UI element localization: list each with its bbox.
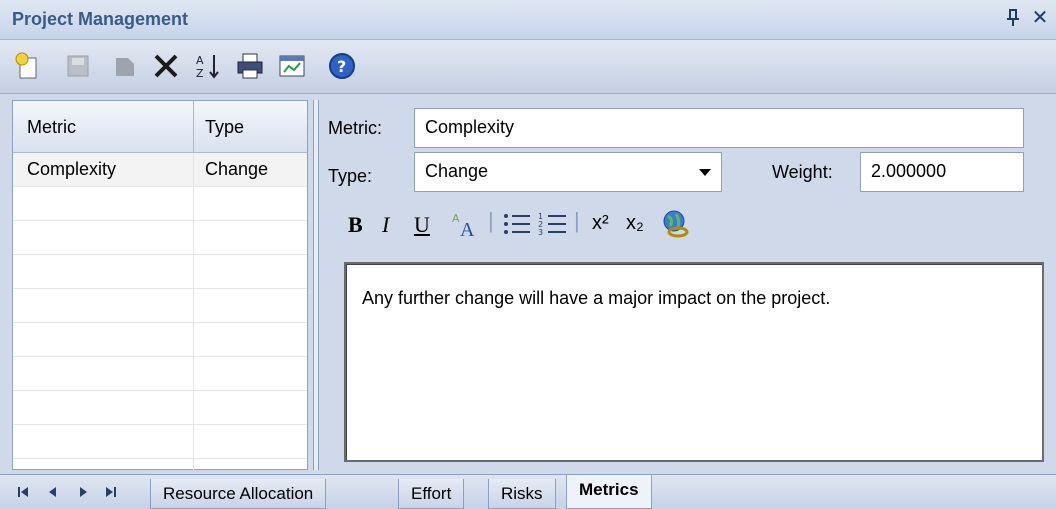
notes-editor[interactable]: Any further change will have a major imp… bbox=[344, 262, 1044, 462]
table-row-empty[interactable] bbox=[13, 187, 307, 221]
format-toolbar: B I U AA | 123 | x² x₂ bbox=[320, 206, 1056, 246]
svg-text:A: A bbox=[196, 54, 204, 67]
table-row-empty[interactable] bbox=[13, 357, 307, 391]
column-separator bbox=[193, 101, 194, 153]
new-icon[interactable] bbox=[12, 50, 44, 82]
table-row-empty[interactable] bbox=[13, 425, 307, 459]
copy-icon[interactable] bbox=[108, 50, 140, 82]
delete-icon[interactable] bbox=[150, 50, 182, 82]
table-row-empty[interactable] bbox=[13, 289, 307, 323]
cell-metric: Complexity bbox=[27, 159, 117, 179]
sort-icon[interactable]: AZ bbox=[192, 50, 224, 82]
column-header-metric[interactable]: Metric bbox=[27, 117, 76, 138]
svg-text:Z: Z bbox=[196, 67, 204, 80]
tab-bar: Resource Allocation Effort Risks Metrics bbox=[0, 474, 1056, 509]
svg-text:A: A bbox=[452, 212, 460, 225]
tab-risks[interactable]: Risks bbox=[488, 479, 556, 509]
metric-field[interactable]: Complexity bbox=[414, 108, 1024, 148]
metrics-grid[interactable]: Metric Type Complexity Change bbox=[12, 100, 308, 471]
type-select[interactable]: Change bbox=[414, 152, 722, 192]
help-icon[interactable]: ? bbox=[326, 50, 358, 82]
svg-text:A: A bbox=[460, 219, 475, 240]
subscript-button[interactable]: x₂ bbox=[626, 212, 644, 235]
table-row-empty[interactable] bbox=[13, 255, 307, 289]
bullet-list-icon[interactable] bbox=[502, 210, 532, 244]
toolbar: AZ ? bbox=[0, 40, 1056, 94]
close-icon[interactable]: ✕ bbox=[1030, 7, 1050, 29]
tab-resource-allocation[interactable]: Resource Allocation bbox=[150, 479, 327, 509]
font-color-icon[interactable]: AA bbox=[450, 210, 482, 246]
metric-detail-pane: Metric: Complexity Type: Change Weight: … bbox=[320, 100, 1056, 470]
pin-icon[interactable] bbox=[1004, 9, 1022, 29]
underline-button[interactable]: U bbox=[414, 212, 430, 238]
type-select-value: Change bbox=[425, 161, 489, 181]
toolbar-separator: | bbox=[574, 208, 580, 233]
save-icon[interactable] bbox=[62, 50, 94, 82]
svg-text:?: ? bbox=[337, 57, 346, 76]
bold-button[interactable]: B bbox=[348, 212, 363, 238]
tab-metrics[interactable]: Metrics bbox=[566, 475, 652, 509]
table-row-empty[interactable] bbox=[13, 221, 307, 255]
table-row-empty[interactable] bbox=[13, 323, 307, 357]
previous-page-icon[interactable] bbox=[46, 485, 60, 502]
superscript-button[interactable]: x² bbox=[592, 212, 609, 235]
cell-type: Change bbox=[205, 159, 269, 179]
svg-text:3: 3 bbox=[538, 228, 543, 237]
italic-button[interactable]: I bbox=[382, 212, 389, 238]
next-page-icon[interactable] bbox=[76, 485, 90, 502]
first-page-icon[interactable] bbox=[16, 485, 30, 502]
chevron-down-icon[interactable] bbox=[699, 169, 711, 176]
numbered-list-icon[interactable]: 123 bbox=[538, 210, 568, 244]
weight-field[interactable]: 2.000000 bbox=[860, 152, 1024, 192]
print-icon[interactable] bbox=[234, 50, 266, 82]
table-row-empty[interactable] bbox=[13, 391, 307, 425]
report-icon[interactable] bbox=[276, 50, 308, 82]
tab-effort[interactable]: Effort bbox=[398, 479, 465, 509]
last-page-icon[interactable] bbox=[104, 485, 118, 502]
table-row[interactable]: Complexity Change bbox=[13, 153, 307, 187]
weight-label: Weight: bbox=[772, 162, 833, 182]
pane-splitter[interactable] bbox=[313, 100, 319, 470]
panel-titlebar: Project Management ✕ bbox=[0, 0, 1056, 40]
grid-header: Metric Type bbox=[13, 101, 307, 153]
type-label: Type: bbox=[328, 166, 373, 186]
hyperlink-icon[interactable] bbox=[660, 208, 692, 246]
metric-label: Metric: bbox=[328, 118, 382, 138]
notes-text: Any further change will have a major imp… bbox=[362, 288, 831, 308]
column-header-type[interactable]: Type bbox=[205, 117, 244, 138]
panel-title: Project Management bbox=[12, 9, 189, 29]
toolbar-separator: | bbox=[488, 208, 494, 233]
